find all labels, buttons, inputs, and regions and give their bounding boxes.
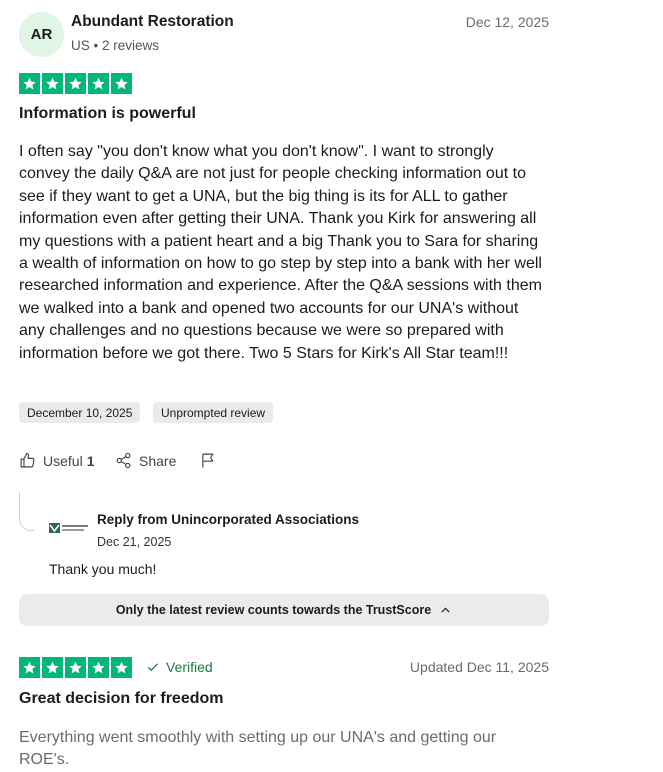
- star-icon: [42, 73, 63, 94]
- star-icon: [19, 657, 40, 678]
- share-icon: [116, 452, 131, 469]
- useful-label: Useful: [43, 452, 83, 469]
- flag-icon: [202, 453, 214, 468]
- updated-date: Updated Dec 11, 2025: [409, 659, 549, 675]
- verified-badge[interactable]: Verified: [146, 659, 213, 675]
- reply-text: Thank you much!: [49, 561, 157, 577]
- useful-button[interactable]: Useful 1: [19, 452, 94, 469]
- experience-date-badge: December 10, 2025: [19, 402, 141, 423]
- chevron-up-icon: [441, 606, 450, 613]
- reply-connector: [19, 492, 34, 531]
- share-button[interactable]: Share: [115, 452, 176, 469]
- unprompted-review-badge[interactable]: Unprompted review: [153, 402, 274, 423]
- una-logo: [49, 523, 88, 533]
- review-title[interactable]: Information is powerful: [19, 105, 196, 123]
- reply-date: Dec 21, 2025: [97, 535, 172, 549]
- avatar[interactable]: AR: [19, 12, 64, 57]
- review-date: Dec 12, 2025: [465, 14, 549, 30]
- trustscore-collapse-button[interactable]: Only the latest review counts towards th…: [19, 594, 549, 626]
- report-button[interactable]: [200, 452, 217, 469]
- share-label: Share: [139, 452, 177, 469]
- star-icon: [19, 73, 40, 94]
- star-icon: [65, 73, 86, 94]
- star-icon: [111, 73, 132, 94]
- star-icon: [88, 657, 109, 678]
- star-rating: [19, 73, 132, 94]
- review-body: Everything went smoothly with setting up…: [19, 729, 497, 769]
- review-title[interactable]: Great decision for freedom: [19, 690, 224, 708]
- star-rating: [19, 657, 132, 678]
- review-body: I often say "you don't know what you don…: [19, 143, 542, 362]
- star-icon: [42, 657, 63, 678]
- star-icon: [88, 73, 109, 94]
- reviewer-meta: US • 2 reviews: [71, 38, 160, 53]
- star-icon: [111, 657, 132, 678]
- thumbs-up-icon: [20, 452, 35, 468]
- reviewer-name[interactable]: Abundant Restoration: [71, 13, 234, 31]
- star-icon: [65, 657, 86, 678]
- useful-count: 1: [86, 452, 95, 469]
- verified-label: Verified: [166, 659, 213, 675]
- reply-author: Reply from Unincorporated Associations: [97, 512, 360, 527]
- trustscore-note: Only the latest review counts towards th…: [115, 603, 432, 617]
- checkmark-icon: [147, 663, 159, 672]
